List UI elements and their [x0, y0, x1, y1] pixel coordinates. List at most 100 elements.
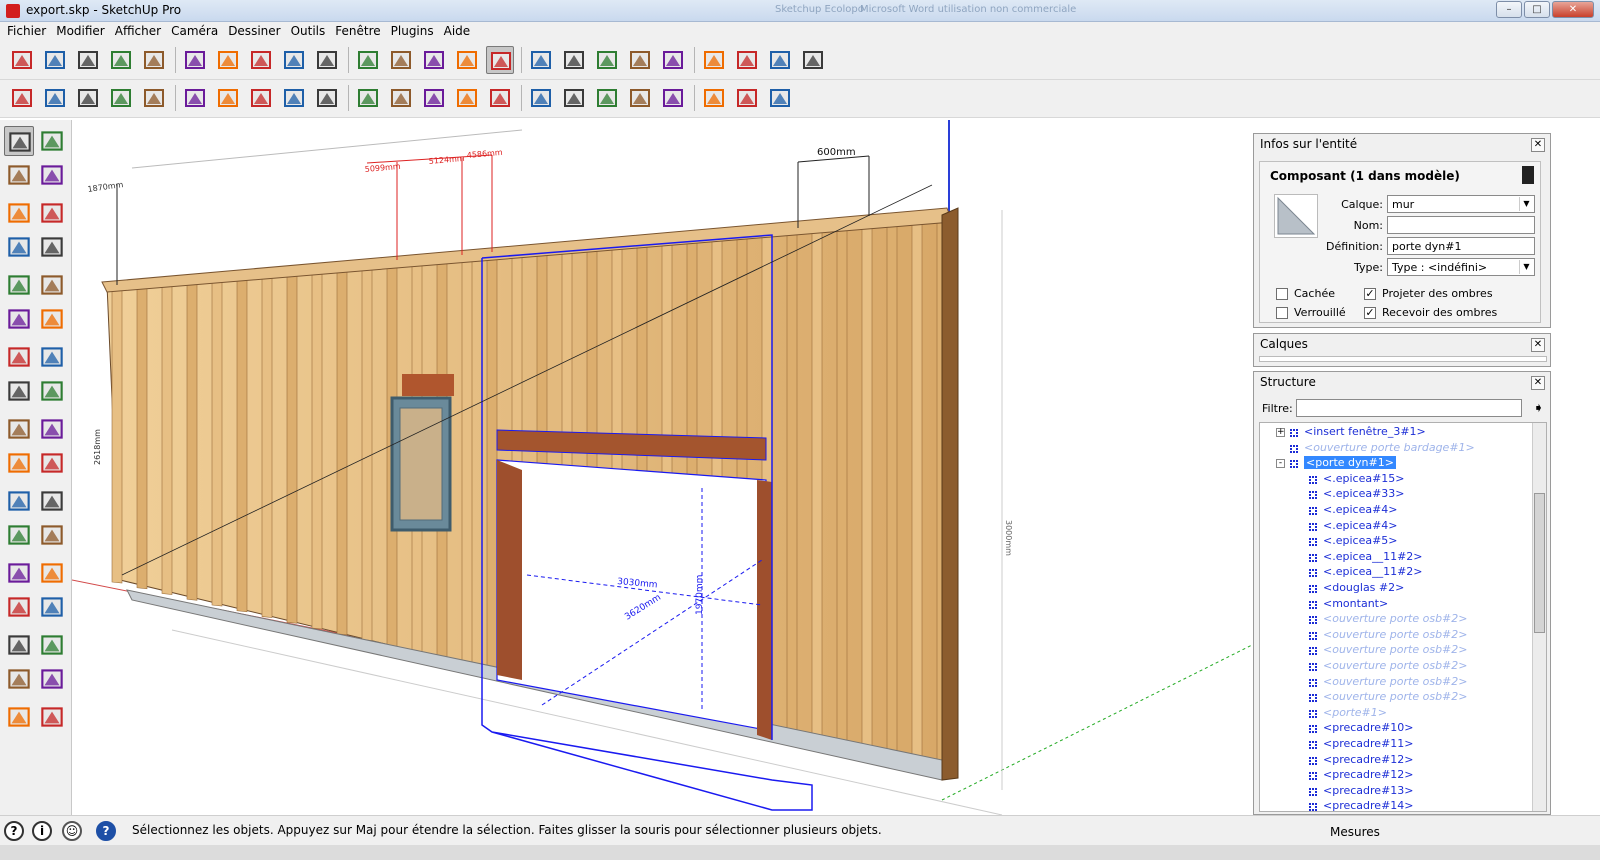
nom-field[interactable] [1387, 216, 1535, 234]
tree-scrollbar[interactable] [1532, 423, 1546, 811]
tree-row[interactable]: <ouverture porte osb#2> [1260, 628, 1530, 644]
component-action-icon[interactable] [766, 84, 794, 112]
cachee-checkbox[interactable] [1276, 288, 1288, 300]
filter-input[interactable] [1296, 399, 1522, 417]
make-component-icon[interactable] [37, 126, 67, 156]
instructor-icon[interactable]: ? [96, 821, 116, 841]
tree-row[interactable]: <ouverture porte osb#2> [1260, 675, 1530, 691]
push-pull-icon[interactable] [37, 342, 67, 372]
section-plane-icon[interactable] [8, 84, 36, 112]
trim-icon[interactable] [387, 84, 415, 112]
tree-row[interactable]: <douglas #2> [1260, 581, 1530, 597]
menu-fichier[interactable]: Fichier [2, 22, 51, 42]
wireframe-icon[interactable] [453, 46, 481, 74]
move-icon[interactable] [4, 342, 34, 372]
position-camera-icon[interactable] [4, 664, 34, 694]
axes-icon[interactable] [4, 520, 34, 550]
eraser-icon[interactable] [37, 160, 67, 190]
tree-row[interactable]: <precadre#14> [1260, 799, 1530, 811]
tree-row[interactable]: <precadre#12> [1260, 753, 1530, 769]
scrollbar-thumb[interactable] [1534, 493, 1545, 633]
scale-icon[interactable] [626, 84, 654, 112]
zoom-window-icon[interactable] [37, 592, 67, 622]
axes-color-icon[interactable] [486, 84, 514, 112]
zoom-extents-icon[interactable] [4, 630, 34, 660]
follow-me-icon[interactable] [37, 376, 67, 406]
cut-icon[interactable] [107, 46, 135, 74]
right-view-icon[interactable] [733, 46, 761, 74]
open-icon[interactable] [41, 46, 69, 74]
collapse-icon[interactable]: - [1276, 459, 1285, 469]
menu-plugins[interactable]: Plugins [386, 22, 439, 42]
tree-row[interactable]: <ouverture porte osb#2> [1260, 690, 1530, 706]
rectangle-icon[interactable] [4, 198, 34, 228]
rotate-left-icon[interactable] [700, 84, 728, 112]
section-plane-icon[interactable] [37, 702, 67, 732]
geo-location-icon[interactable]: ? [4, 821, 24, 841]
tree-row[interactable]: <precadre#13> [1260, 784, 1530, 800]
tree-row[interactable]: <.epicea#15> [1260, 472, 1530, 488]
menu-modifier[interactable]: Modifier [51, 22, 110, 42]
close-button[interactable]: ✕ [1552, 1, 1594, 18]
flip-edge-icon[interactable] [247, 84, 275, 112]
collapse-toggle-icon[interactable] [1522, 166, 1534, 184]
rotate-right-icon[interactable] [733, 84, 761, 112]
line-icon[interactable] [37, 198, 67, 228]
tree-row[interactable]: <.epicea#5> [1260, 534, 1530, 550]
tree-row[interactable]: - <porte dyn#1> [1260, 456, 1530, 472]
pie-icon[interactable] [4, 304, 34, 334]
tree-row[interactable]: <precadre#10> [1260, 721, 1530, 737]
orbit-icon[interactable] [4, 558, 34, 588]
credits-icon[interactable]: i [32, 821, 52, 841]
definition-field[interactable]: porte dyn#1 [1387, 237, 1535, 255]
scale-icon[interactable] [4, 414, 34, 444]
menu-aide[interactable]: Aide [439, 22, 476, 42]
pan-icon[interactable] [37, 558, 67, 588]
section-display-icon[interactable] [527, 84, 555, 112]
shaded-icon[interactable] [527, 46, 555, 74]
polygon-icon[interactable] [4, 270, 34, 300]
top-view-icon[interactable] [659, 46, 687, 74]
paint-bucket-icon[interactable] [4, 160, 34, 190]
front-view-icon[interactable] [700, 46, 728, 74]
projeter-ombres-checkbox[interactable]: ✓ [1364, 288, 1376, 300]
protractor-icon[interactable] [4, 486, 34, 516]
xray-icon[interactable] [387, 46, 415, 74]
recevoir-ombres-checkbox[interactable]: ✓ [1364, 307, 1376, 319]
arc-icon[interactable] [37, 270, 67, 300]
tree-row[interactable]: <ouverture porte osb#2> [1260, 659, 1530, 675]
save-icon[interactable] [74, 46, 102, 74]
outer-shell-icon[interactable] [453, 84, 481, 112]
tree-row[interactable]: <.epicea#4> [1260, 519, 1530, 535]
hidden-line-icon[interactable] [486, 46, 514, 74]
left-view-icon[interactable] [799, 46, 827, 74]
stamp-icon[interactable] [140, 84, 168, 112]
back-edges-icon[interactable] [420, 46, 448, 74]
type-select[interactable]: Type : <indéfini> ▼ [1387, 258, 1535, 276]
tree-row[interactable]: <ouverture porte osb#2> [1260, 643, 1530, 659]
verrouille-checkbox[interactable] [1276, 307, 1288, 319]
iso-view-icon[interactable] [626, 46, 654, 74]
3d-text-icon[interactable] [37, 520, 67, 550]
paste-icon[interactable] [181, 46, 209, 74]
tree-row[interactable]: <porte#1> [1260, 706, 1530, 722]
tree-row[interactable]: <.epicea#33> [1260, 487, 1530, 503]
offset-icon[interactable] [37, 414, 67, 444]
previous-view-icon[interactable] [37, 630, 67, 660]
outliner-tree[interactable]: + <insert fenêtre_3#1> <ouverture porte ba… [1259, 422, 1547, 812]
rotate-down-icon[interactable] [593, 84, 621, 112]
calque-select[interactable]: mur ▼ [1387, 195, 1535, 213]
copy-icon[interactable] [140, 46, 168, 74]
tree-row[interactable]: <montant> [1260, 597, 1530, 613]
shaded-textures-icon[interactable] [560, 46, 588, 74]
tree-row[interactable]: <.epicea__11#2> [1260, 565, 1530, 581]
monochrome-icon[interactable] [593, 46, 621, 74]
select-icon[interactable] [4, 126, 34, 156]
freehand-icon[interactable] [37, 232, 67, 262]
outliner-details-icon[interactable]: ➧ [1533, 401, 1544, 416]
erase-icon[interactable] [214, 46, 242, 74]
sandbox-icon[interactable] [41, 84, 69, 112]
union-icon[interactable] [280, 84, 308, 112]
dimension-icon[interactable] [37, 448, 67, 478]
detail-icon[interactable] [214, 84, 242, 112]
